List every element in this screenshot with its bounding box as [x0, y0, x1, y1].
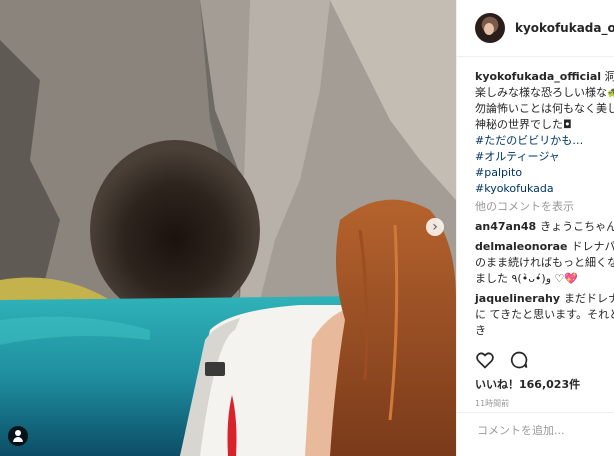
comment-username[interactable]: delmaleonorae — [475, 240, 567, 253]
post-sidebar: kyokofukada_official kyokofukada_officia… — [456, 0, 614, 456]
heart-icon[interactable] — [475, 350, 495, 370]
chevron-right-icon[interactable]: › — [426, 218, 444, 236]
sea-cave-image — [0, 0, 456, 456]
instagram-post: › kyokofukada_official kyokofukada_offic… — [0, 0, 614, 456]
caption-line: 洞窟に — [605, 70, 614, 83]
post-username[interactable]: kyokofukada_official — [515, 21, 614, 35]
add-comment-bar — [457, 412, 614, 456]
hashtag-link[interactable]: #ただのビビリかも… — [475, 133, 614, 149]
load-more-comments-link[interactable]: 他のコメントを表示 — [475, 199, 614, 215]
action-bar — [475, 350, 529, 370]
hashtag-link[interactable]: #kyokofukada — [475, 181, 614, 197]
post-photo[interactable]: › — [0, 0, 456, 456]
post-timestamp[interactable]: 11時間前 — [475, 398, 509, 409]
avatar[interactable] — [475, 13, 505, 43]
caption-username[interactable]: kyokofukada_official — [475, 70, 601, 83]
comment-input[interactable] — [475, 423, 609, 438]
caption-line: 勿論怖いことは何もなく美し — [475, 102, 614, 115]
comment: an47an48 きょうこちゃんか — [475, 219, 614, 235]
caption-line: 楽しみな様な恐ろしい様な🐢 — [475, 86, 614, 99]
comment-username[interactable]: jaquelinerahy — [475, 292, 560, 305]
post-header: kyokofukada_official — [457, 0, 614, 57]
comment-username[interactable]: an47an48 — [475, 220, 536, 233]
like-count[interactable]: いいね！166,023件 — [475, 376, 580, 392]
user-tag-icon[interactable] — [8, 426, 28, 446]
comments-section: kyokofukada_official 洞窟に 楽しみな様な恐ろしい様な🐢 勿… — [457, 57, 614, 339]
comment: jaquelinerahyまだドレナパ て3週間位ですが、それなりに てきたと思… — [475, 291, 614, 339]
comment: delmaleonoraeドレナパン ふくらはぎと太ももが細くな のまま続ければ… — [475, 239, 614, 287]
hashtag-link[interactable]: #オルティージャ — [475, 149, 614, 165]
comment-text: きょうこちゃんか — [540, 220, 614, 233]
comment-bubble-icon[interactable] — [509, 350, 529, 370]
caption: kyokofukada_official 洞窟に 楽しみな様な恐ろしい様な🐢 勿… — [475, 69, 614, 197]
caption-line: 神秘の世界でした◘ — [475, 118, 572, 131]
hashtag-link[interactable]: #palpito — [475, 165, 614, 181]
